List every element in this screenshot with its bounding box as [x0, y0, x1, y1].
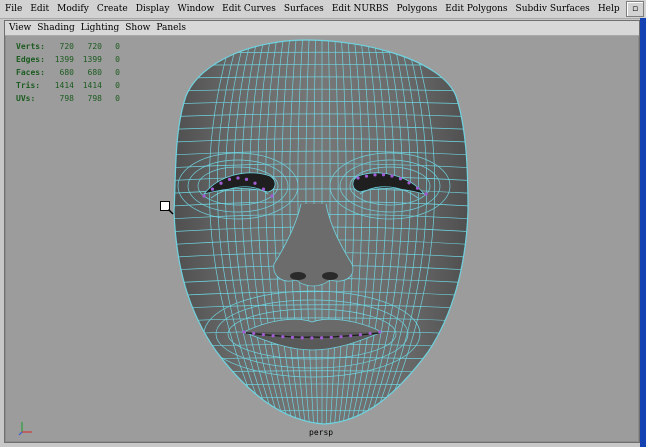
hud-value: 1414	[54, 81, 74, 90]
hud-row-edges: Edges: 1399 1399 0	[16, 53, 120, 66]
selected-vertex	[320, 336, 324, 340]
menu-create[interactable]: Create	[93, 0, 132, 18]
menu-modify[interactable]: Modify	[53, 0, 93, 18]
panel-menu-view[interactable]: View	[5, 21, 34, 35]
menu-display[interactable]: Display	[132, 0, 174, 18]
hud-value: 1399	[82, 55, 102, 64]
hud-value: 0	[115, 55, 120, 64]
maya-window: File Edit Modify Create Display Window E…	[0, 0, 646, 447]
selected-vertex	[261, 333, 265, 337]
hud-value: 680	[59, 68, 74, 77]
hud-label: Verts:	[16, 42, 45, 51]
selected-vertex	[339, 335, 343, 339]
selected-vertex	[378, 330, 382, 334]
selected-vertex	[373, 173, 377, 177]
right-nostril	[322, 272, 338, 280]
menu-help[interactable]: Help	[594, 0, 624, 18]
axis-gizmo-icon	[18, 422, 32, 436]
selected-vertex	[244, 177, 249, 181]
left-nostril	[290, 272, 306, 280]
camera-name-label: persp	[309, 428, 334, 437]
hud-label: Faces:	[16, 68, 45, 77]
hud-value: 0	[115, 68, 120, 77]
panel-menu-lighting[interactable]: Lighting	[78, 21, 122, 35]
selected-vertex	[310, 336, 314, 340]
hud-value: 720	[87, 42, 102, 51]
panel-menu-panels[interactable]: Panels	[153, 21, 189, 35]
selected-vertex	[415, 186, 420, 190]
menu-edit-polygons[interactable]: Edit Polygons	[441, 0, 511, 18]
hud-label: Tris:	[16, 81, 41, 90]
selected-vertex	[236, 176, 240, 180]
selected-vertex	[261, 187, 266, 191]
menu-window[interactable]: Window	[174, 0, 219, 18]
selected-vertex	[242, 330, 246, 334]
selected-vertex	[356, 176, 360, 180]
selected-vertex	[424, 192, 428, 196]
menu-edit[interactable]: Edit	[26, 0, 53, 18]
hud-label: UVs:	[16, 94, 36, 103]
selected-vertex	[281, 335, 285, 339]
hud-value: 798	[87, 94, 102, 103]
hud-row-uvs: UVs: 798 798 0	[16, 92, 120, 105]
hud-label: Edges:	[16, 55, 45, 64]
maximize-button[interactable]: ▫	[626, 1, 644, 17]
selected-vertex	[381, 173, 386, 177]
selected-vertex	[358, 333, 362, 337]
panel-menubar: View Shading Lighting Show Panels	[5, 21, 639, 36]
selected-vertex	[290, 335, 295, 340]
hud-row-tris: Tris: 1414 1414 0	[16, 79, 120, 92]
selected-vertex	[227, 177, 232, 181]
menu-subdiv-surfaces[interactable]: Subdiv Surfaces	[512, 0, 594, 18]
hud-value: 720	[59, 42, 74, 51]
selected-vertex	[202, 194, 206, 198]
panel-menu-shading[interactable]: Shading	[34, 21, 78, 35]
selected-vertex	[368, 331, 372, 335]
selected-vertex	[252, 331, 256, 335]
menu-file[interactable]: File	[0, 0, 26, 18]
selected-vertex	[210, 187, 215, 191]
maximize-icon: ▫	[631, 3, 639, 14]
hud-value: 0	[115, 94, 120, 103]
hud-value: 1414	[82, 81, 102, 90]
window-edge-accent	[640, 18, 646, 447]
perspective-panel: View Shading Lighting Show Panels Verts:…	[4, 20, 640, 443]
hud-value: 798	[59, 94, 74, 103]
menu-surfaces[interactable]: Surfaces	[280, 0, 328, 18]
selected-vertex	[300, 336, 304, 340]
menu-edit-curves[interactable]: Edit Curves	[218, 0, 280, 18]
selected-vertex	[253, 181, 257, 185]
panel-menu-show[interactable]: Show	[122, 21, 153, 35]
magnifier-cursor-icon	[160, 201, 174, 215]
menu-polygons[interactable]: Polygons	[393, 0, 442, 18]
selected-vertex	[271, 334, 275, 338]
hud-row-verts: Verts: 720 720 0	[16, 40, 120, 53]
hud-value: 680	[87, 68, 102, 77]
selected-vertex	[349, 334, 353, 338]
selected-vertex	[219, 181, 223, 185]
hud-row-faces: Faces: 680 680 0	[16, 66, 120, 79]
main-menubar: File Edit Modify Create Display Window E…	[0, 0, 646, 19]
hud-value: 1399	[54, 55, 74, 64]
poly-count-hud: Verts: 720 720 0 Edges: 1399 1399 0 Face…	[16, 40, 120, 105]
menu-edit-nurbs[interactable]: Edit NURBS	[328, 0, 393, 18]
hud-value: 0	[115, 42, 120, 51]
selected-vertex	[364, 174, 369, 178]
selected-vertex	[407, 181, 411, 185]
selected-vertex	[270, 194, 274, 198]
selected-vertex	[390, 174, 394, 178]
3d-viewport[interactable]: Verts: 720 720 0 Edges: 1399 1399 0 Face…	[6, 36, 638, 441]
hud-value: 0	[115, 81, 120, 90]
selected-vertex	[398, 177, 403, 181]
selected-vertex	[329, 335, 333, 340]
